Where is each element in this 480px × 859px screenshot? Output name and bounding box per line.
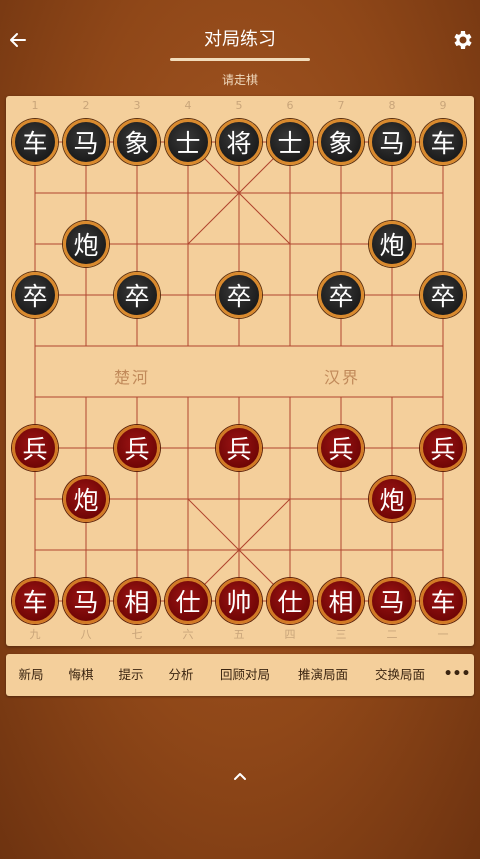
app-header: 对局练习 [0,0,480,70]
file-number-top: 8 [388,99,396,112]
black-piece[interactable]: 卒 [12,272,58,318]
black-piece[interactable]: 将 [216,119,262,165]
red-piece[interactable]: 相 [318,578,364,624]
red-piece[interactable]: 炮 [63,476,109,522]
file-number-top: 9 [439,99,447,112]
file-number-bottom: 二 [386,628,398,641]
file-number-bottom: 四 [284,628,296,641]
red-piece[interactable]: 相 [114,578,160,624]
file-number-bottom: 一 [437,628,449,641]
black-piece[interactable]: 炮 [369,221,415,267]
red-piece[interactable]: 兵 [216,425,262,471]
title-underline [170,58,310,61]
settings-button[interactable] [451,28,475,52]
red-piece[interactable]: 仕 [267,578,313,624]
black-piece[interactable]: 象 [114,119,160,165]
black-piece[interactable]: 士 [165,119,211,165]
black-piece[interactable]: 士 [267,119,313,165]
undo-button[interactable]: 悔棋 [58,654,104,696]
black-piece[interactable]: 卒 [420,272,466,318]
red-piece[interactable]: 兵 [114,425,160,471]
black-piece[interactable]: 卒 [216,272,262,318]
analyze-button[interactable]: 分析 [158,654,204,696]
file-number-top: 5 [235,99,243,112]
black-piece[interactable]: 马 [369,119,415,165]
board-grid [34,141,444,602]
file-number-top: 4 [184,99,192,112]
black-piece[interactable]: 车 [420,119,466,165]
file-number-top: 1 [31,99,39,112]
chess-board[interactable]: 123456789 九八七六五四三二一 楚河 汉界 车马象士将士象马车炮炮卒卒卒… [6,96,474,646]
red-piece[interactable]: 车 [420,578,466,624]
chevron-up-icon [234,773,246,780]
red-piece[interactable]: 兵 [12,425,58,471]
expand-button[interactable] [228,766,252,786]
new-game-button[interactable]: 新局 [8,654,54,696]
deduce-position-button[interactable]: 推演局面 [286,654,360,696]
swap-position-button[interactable]: 交换局面 [362,654,438,696]
file-number-top: 6 [286,99,294,112]
red-piece[interactable]: 兵 [420,425,466,471]
file-number-top: 7 [337,99,345,112]
river-label-right: 汉界 [324,368,361,387]
page-title: 对局练习 [204,29,276,50]
turn-status: 请走棋 [221,73,258,87]
red-piece[interactable]: 炮 [369,476,415,522]
hint-button[interactable]: 提示 [108,654,154,696]
file-number-bottom: 五 [233,628,245,641]
file-number-top: 2 [82,99,90,112]
more-button[interactable]: ••• [443,654,471,696]
file-number-bottom: 七 [131,628,143,641]
action-toolbar: 新局 悔棋 提示 分析 回顾对局 推演局面 交换局面 ••• [6,654,474,696]
black-piece[interactable]: 炮 [63,221,109,267]
black-piece[interactable]: 卒 [318,272,364,318]
red-piece[interactable]: 马 [63,578,109,624]
red-piece[interactable]: 帅 [216,578,262,624]
river-label-left: 楚河 [114,368,151,387]
file-number-top: 3 [133,99,141,112]
black-piece[interactable]: 车 [12,119,58,165]
file-number-bottom: 六 [182,628,194,641]
black-piece[interactable]: 马 [63,119,109,165]
review-game-button[interactable]: 回顾对局 [208,654,282,696]
gear-icon [454,31,472,49]
file-number-bottom: 八 [80,628,92,641]
black-piece[interactable]: 象 [318,119,364,165]
red-piece[interactable]: 马 [369,578,415,624]
file-number-bottom: 三 [335,628,347,641]
file-number-bottom: 九 [29,628,41,641]
red-piece[interactable]: 兵 [318,425,364,471]
red-piece[interactable]: 仕 [165,578,211,624]
red-piece[interactable]: 车 [12,578,58,624]
black-piece[interactable]: 卒 [114,272,160,318]
